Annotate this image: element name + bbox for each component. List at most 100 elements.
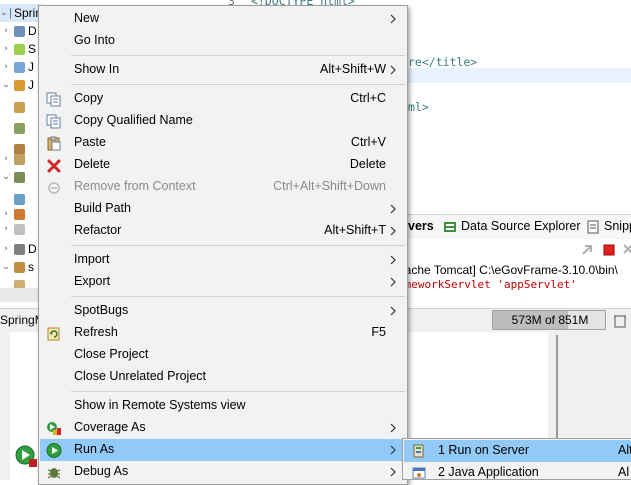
expand-arrow-icon[interactable]: ⌄ (0, 80, 12, 90)
disconnect-icon[interactable] (580, 243, 594, 257)
submenu-item-1-run-on-server[interactable]: 1 Run on Server Alt (404, 440, 631, 462)
run-icon (46, 443, 62, 458)
menu-item-label: Copy (74, 91, 104, 105)
menu-separator (71, 296, 405, 297)
tree-node[interactable]: ⌄ J (0, 76, 42, 94)
menu-item-label: SpotBugs (74, 303, 129, 317)
menu-item-label: Debug As (74, 464, 129, 478)
menu-item-import[interactable]: Import (40, 249, 406, 271)
menu-item-new[interactable]: New (40, 8, 406, 30)
terminate-icon[interactable] (602, 243, 616, 257)
remove-context-icon (46, 180, 62, 195)
tree-node[interactable]: ⌄ Sprin (0, 4, 42, 22)
server-icon (412, 444, 426, 458)
menu-item-show-in-remote-systems-view[interactable]: Show in Remote Systems view (40, 395, 406, 417)
console-output[interactable]: pache Tomcat] C:\eGovFrame-3.10.0\bin\ a… (398, 261, 631, 307)
tree-node-label: J (28, 60, 34, 74)
console-tab-bar: vers Data Source Explorer Snipp (408, 214, 631, 240)
menu-item-label: Delete (74, 157, 111, 171)
collapse-arrow-icon[interactable]: › (0, 154, 12, 164)
tree-node[interactable]: › (0, 150, 42, 168)
menu-item-copy[interactable]: Copy Ctrl+C (40, 88, 406, 110)
tree-node[interactable]: › D (0, 22, 42, 40)
menu-item-shortcut: Alt+Shift+W (320, 62, 386, 76)
menu-item-label: Run As (74, 442, 115, 456)
submenu-arrow-icon (389, 253, 397, 267)
tree-node[interactable]: › D (0, 240, 42, 258)
tree-node-icon (14, 208, 25, 220)
tree-node[interactable]: ⌄ s (0, 258, 42, 276)
project-explorer: ⌄ Sprin › D › S › J ⌄ J › ⌄ › › › D ⌄ s (0, 0, 42, 330)
expand-arrow-icon[interactable]: ⌄ (0, 262, 12, 272)
collapse-arrow-icon[interactable]: › (0, 26, 12, 36)
code-editor[interactable]: 3 (228, 0, 631, 188)
menu-item-label: Go Into (74, 33, 115, 47)
garbage-collect-icon[interactable] (613, 313, 629, 329)
menu-item-coverage-as[interactable]: Coverage As (40, 417, 406, 439)
collapse-arrow-icon[interactable]: › (0, 224, 12, 234)
menu-separator (71, 84, 405, 85)
tree-node-label: S (28, 42, 37, 56)
menu-separator (71, 391, 405, 392)
remove-launch-icon[interactable] (622, 243, 631, 257)
menu-item-export[interactable]: Export (40, 271, 406, 293)
tree-node[interactable] (0, 98, 42, 116)
menu-item-close-unrelated-project[interactable]: Close Unrelated Project (40, 366, 406, 388)
copy-icon (46, 92, 62, 107)
tab-data-source-explorer[interactable]: Data Source Explorer (461, 219, 581, 233)
menu-item-label: Show In (74, 62, 120, 76)
submenu-arrow-icon (389, 275, 397, 289)
menu-item-build-path[interactable]: Build Path (40, 198, 406, 220)
menu-item-go-into[interactable]: Go Into (40, 30, 406, 52)
run-as-submenu: 1 Run on Server Alt 2 Java Application Al (402, 438, 631, 480)
collapse-arrow-icon[interactable]: › (0, 209, 12, 219)
menu-item-copy-qualified-name[interactable]: Copy Qualified Name (40, 110, 406, 132)
tab-snippets[interactable]: Snipp (604, 219, 631, 233)
tree-node[interactable]: › (0, 220, 42, 238)
tree-node-label: J (28, 78, 34, 92)
tree-node-icon (14, 43, 25, 55)
menu-item-remove-from-context: Remove from Context Ctrl+Alt+Shift+Down (40, 176, 406, 198)
submenu-item-shortcut: Al (618, 465, 630, 479)
tree-node-label: D (28, 24, 37, 38)
menu-item-refresh[interactable]: Refresh F5 (40, 322, 406, 344)
menu-item-show-in[interactable]: Show In Alt+Shift+W (40, 59, 406, 81)
menu-item-run-as[interactable]: Run As (40, 439, 406, 461)
submenu-arrow-icon (389, 224, 397, 238)
run-toolbar-icon[interactable] (14, 444, 38, 468)
collapse-arrow-icon[interactable]: › (0, 44, 12, 54)
tree-node[interactable]: › J (0, 58, 42, 76)
console-toolbar (408, 239, 631, 261)
console-line-1: pache Tomcat] C:\eGovFrame-3.10.0\bin\ (398, 263, 618, 277)
collapse-arrow-icon[interactable]: › (0, 62, 12, 72)
menu-item-spotbugs[interactable]: SpotBugs (40, 300, 406, 322)
menu-item-label: Remove from Context (74, 179, 196, 193)
menu-item-paste[interactable]: Paste Ctrl+V (40, 132, 406, 154)
collapse-arrow-icon[interactable]: › (0, 244, 12, 254)
delete-icon (46, 158, 62, 173)
heap-status[interactable]: 573M of 851M (492, 310, 606, 330)
menu-item-close-project[interactable]: Close Project (40, 344, 406, 366)
submenu-item-2-java-application[interactable]: 2 Java Application Al (404, 462, 631, 484)
explorer-horizontal-scrollbar[interactable] (0, 288, 42, 302)
tree-node-icon (14, 153, 25, 165)
menu-item-shortcut: Ctrl+Alt+Shift+Down (273, 179, 386, 193)
tree-node[interactable]: ⌄ (0, 168, 42, 186)
submenu-item-label: 1 Run on Server (438, 443, 530, 457)
data-source-explorer-icon (444, 222, 456, 232)
tree-node[interactable]: › S (0, 40, 42, 58)
menu-item-label: Import (74, 252, 110, 266)
paste-icon (46, 136, 62, 151)
submenu-arrow-icon (389, 304, 397, 318)
menu-item-refactor[interactable]: Refactor Alt+Shift+T (40, 220, 406, 242)
context-menu: New Go Into Show In Alt+Shift+W Copy Ctrl+C Co… (38, 5, 408, 485)
tree-node[interactable] (0, 119, 42, 137)
expand-arrow-icon[interactable]: ⌄ (0, 8, 8, 18)
tab-servers[interactable]: vers (408, 219, 434, 233)
editor-line-html: ml> (408, 100, 429, 114)
debug-icon (46, 465, 62, 480)
menu-item-label: Coverage As (74, 420, 146, 434)
submenu-item-label: 2 Java Application (438, 465, 539, 479)
expand-arrow-icon[interactable]: ⌄ (0, 172, 12, 182)
menu-item-delete[interactable]: Delete Delete (40, 154, 406, 176)
